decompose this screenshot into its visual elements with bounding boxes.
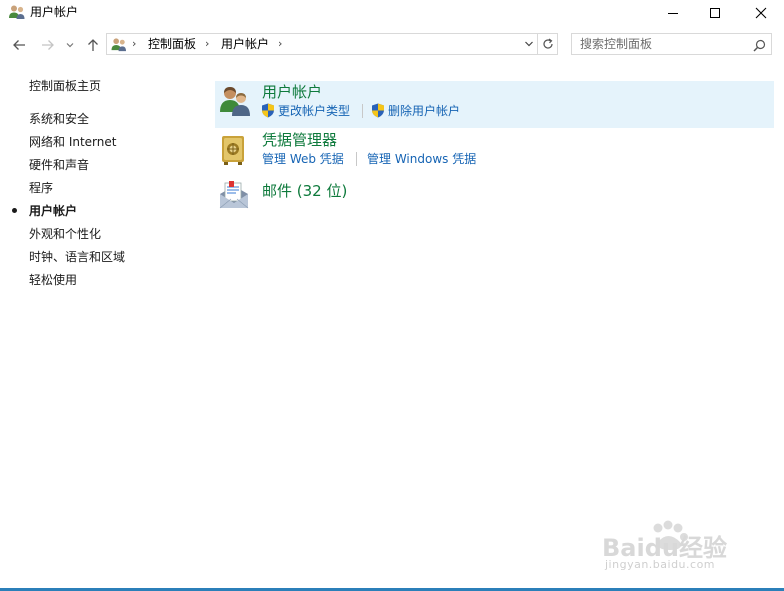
arrow-right-icon xyxy=(42,40,54,50)
title-bar: 用户帐户 xyxy=(0,0,784,26)
up-button[interactable] xyxy=(82,34,104,56)
close-button[interactable] xyxy=(738,0,784,26)
maximize-icon xyxy=(710,8,720,18)
close-icon xyxy=(755,7,767,19)
link-divider xyxy=(356,152,357,166)
watermark-url: jingyan.baidu.com xyxy=(605,558,716,571)
recent-locations-button[interactable] xyxy=(62,34,78,56)
uac-shield-icon xyxy=(372,103,384,118)
users-icon xyxy=(111,38,127,52)
breadcrumb-control-panel[interactable]: 控制面板 xyxy=(148,37,196,51)
back-button[interactable] xyxy=(8,34,30,56)
arrow-left-icon xyxy=(13,40,25,50)
user-accounts-icon xyxy=(220,87,250,116)
window-title: 用户帐户 xyxy=(30,5,79,19)
search-button[interactable] xyxy=(750,36,768,54)
refresh-icon xyxy=(542,38,553,49)
mail-icon xyxy=(219,181,249,209)
minimize-button[interactable] xyxy=(650,0,696,26)
refresh-button[interactable] xyxy=(538,33,558,55)
sidebar-item-appearance[interactable]: 外观和个性化 xyxy=(29,227,101,241)
category-title-credential-manager[interactable]: 凭据管理器 xyxy=(262,131,337,149)
address-bar[interactable]: › 控制面板 › 用户帐户 › xyxy=(106,33,538,55)
sidebar-item-network[interactable]: 网络和 Internet xyxy=(29,135,116,149)
category-title-user-accounts[interactable]: 用户帐户 xyxy=(262,83,322,101)
chevron-down-icon xyxy=(66,43,74,48)
users-icon xyxy=(9,5,25,19)
search-input[interactable] xyxy=(572,34,750,54)
breadcrumb-separator[interactable]: › xyxy=(205,37,209,51)
link-divider xyxy=(362,104,363,118)
delete-user-account-link[interactable]: 删除用户帐户 xyxy=(388,104,460,118)
sidebar-item-clock-region[interactable]: 时钟、语言和区域 xyxy=(29,250,125,264)
address-dropdown-button[interactable] xyxy=(521,34,537,54)
manage-web-credentials-link[interactable]: 管理 Web 凭据 xyxy=(262,152,344,166)
category-title-mail[interactable]: 邮件 (32 位) xyxy=(262,182,347,200)
breadcrumb-separator[interactable]: › xyxy=(278,37,282,51)
breadcrumb-user-accounts[interactable]: 用户帐户 xyxy=(221,37,269,51)
sidebar-item-ease-of-access[interactable]: 轻松使用 xyxy=(29,273,77,287)
search-box[interactable] xyxy=(571,33,772,55)
sidebar-item-hardware-sound[interactable]: 硬件和声音 xyxy=(29,158,89,172)
breadcrumb-separator[interactable]: › xyxy=(132,37,136,51)
change-account-type-link[interactable]: 更改帐户类型 xyxy=(278,104,350,118)
sidebar-item-programs[interactable]: 程序 xyxy=(29,181,53,195)
chevron-down-icon xyxy=(525,41,533,47)
maximize-button[interactable] xyxy=(692,0,738,26)
active-item-bullet xyxy=(12,208,17,213)
search-icon xyxy=(752,39,765,52)
minimize-icon xyxy=(668,13,678,14)
uac-shield-icon xyxy=(262,103,274,118)
forward-button[interactable] xyxy=(37,34,59,56)
vault-icon xyxy=(222,136,244,165)
sidebar-home-link[interactable]: 控制面板主页 xyxy=(29,79,101,93)
sidebar-item-system-security[interactable]: 系统和安全 xyxy=(29,112,89,126)
manage-windows-credentials-link[interactable]: 管理 Windows 凭据 xyxy=(367,152,476,166)
sidebar-item-user-accounts[interactable]: 用户帐户 xyxy=(29,204,77,218)
arrow-up-icon xyxy=(88,39,98,51)
